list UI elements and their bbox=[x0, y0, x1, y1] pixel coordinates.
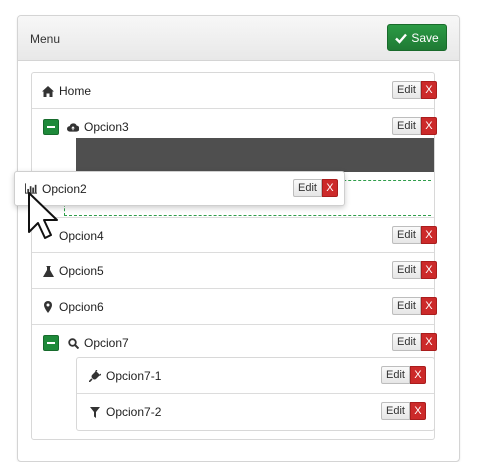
row-actions: Edit X bbox=[392, 226, 437, 244]
delete-button[interactable]: X bbox=[409, 366, 426, 384]
checkmark-icon bbox=[395, 33, 408, 44]
row-actions: Edit X bbox=[392, 333, 437, 351]
panel-title: Menu bbox=[30, 32, 61, 46]
item-label: Opcion7-1 bbox=[106, 369, 162, 383]
menu-tree: Home Edit X Opcion3 Edit X Opcion4 Edit … bbox=[31, 72, 437, 440]
row-actions: Edit X bbox=[392, 297, 437, 315]
map-marker-icon bbox=[42, 301, 54, 313]
item-label: Opcion5 bbox=[59, 264, 104, 278]
row-actions: Edit X bbox=[392, 81, 437, 99]
panel-header: Menu Save bbox=[18, 16, 459, 61]
item-label: Home bbox=[59, 84, 92, 98]
edit-button[interactable]: Edit bbox=[392, 81, 421, 99]
item-label: Opcion7 bbox=[84, 336, 129, 350]
row-actions: Edit X bbox=[392, 117, 437, 135]
edit-button[interactable]: Edit bbox=[392, 297, 421, 315]
row-label: Opcion5 bbox=[42, 253, 104, 289]
collapse-button[interactable] bbox=[43, 119, 59, 135]
submenu-list: Opcion7-1 Edit X Opcion7-2 Edit X bbox=[76, 357, 435, 431]
delete-button[interactable]: X bbox=[409, 402, 426, 420]
row-actions: Edit X bbox=[293, 179, 338, 197]
delete-button[interactable]: X bbox=[420, 261, 437, 279]
item-label: Opcion6 bbox=[59, 300, 104, 314]
edit-button[interactable]: Edit bbox=[392, 333, 421, 351]
edit-button[interactable]: Edit bbox=[392, 261, 421, 279]
row-label: Opcion7-2 bbox=[89, 394, 161, 430]
search-icon bbox=[67, 337, 79, 349]
edit-button[interactable]: Edit bbox=[392, 117, 421, 135]
delete-button[interactable]: X bbox=[321, 179, 338, 197]
delete-button[interactable]: X bbox=[420, 333, 437, 351]
delete-button[interactable]: X bbox=[420, 81, 437, 99]
collapse-button[interactable] bbox=[43, 335, 59, 351]
item-label: Opcion3 bbox=[84, 120, 129, 134]
list-item-home[interactable]: Home Edit X bbox=[32, 73, 437, 109]
drag-preview-block bbox=[76, 138, 434, 172]
row-actions: Edit X bbox=[392, 261, 437, 279]
cloud-upload-icon bbox=[67, 121, 79, 133]
row-label: Opcion7-1 bbox=[89, 358, 161, 394]
edit-button[interactable]: Edit bbox=[392, 226, 421, 244]
delete-button[interactable]: X bbox=[420, 117, 437, 135]
row-actions: Edit X bbox=[381, 366, 426, 384]
mouse-cursor-icon bbox=[28, 192, 58, 239]
list-item-opcion7-2[interactable]: Opcion7-2 Edit X bbox=[77, 394, 434, 430]
home-icon bbox=[42, 85, 54, 97]
edit-button[interactable]: Edit bbox=[293, 179, 322, 197]
dragging-item-opcion2[interactable]: Opcion2 Edit X bbox=[14, 171, 345, 206]
filter-icon bbox=[89, 406, 101, 418]
delete-button[interactable]: X bbox=[420, 297, 437, 315]
delete-button[interactable]: X bbox=[420, 226, 437, 244]
edit-button[interactable]: Edit bbox=[381, 366, 410, 384]
minus-icon bbox=[47, 342, 55, 344]
item-label: Opcion4 bbox=[59, 229, 104, 243]
item-label: Opcion7-2 bbox=[106, 405, 162, 419]
save-label: Save bbox=[411, 30, 439, 45]
row-actions: Edit X bbox=[381, 402, 426, 420]
row-label: Home bbox=[42, 73, 91, 109]
list-item-opcion6[interactable]: Opcion6 Edit X bbox=[32, 289, 437, 325]
row-label: Opcion7 bbox=[67, 325, 129, 361]
edit-button[interactable]: Edit bbox=[381, 402, 410, 420]
save-button[interactable]: Save bbox=[387, 24, 447, 51]
list-item-opcion4[interactable]: Opcion4 Edit X bbox=[32, 217, 437, 253]
row-label: Opcion6 bbox=[42, 289, 104, 325]
list-item-opcion5[interactable]: Opcion5 Edit X bbox=[32, 253, 437, 289]
list-item-opcion7-1[interactable]: Opcion7-1 Edit X bbox=[77, 358, 434, 394]
minus-icon bbox=[47, 126, 55, 128]
menu-panel: Menu Save Home Edit X Opcion3 Edit X Opc… bbox=[17, 15, 460, 462]
plug-icon bbox=[89, 370, 101, 382]
flask-icon bbox=[42, 265, 54, 277]
